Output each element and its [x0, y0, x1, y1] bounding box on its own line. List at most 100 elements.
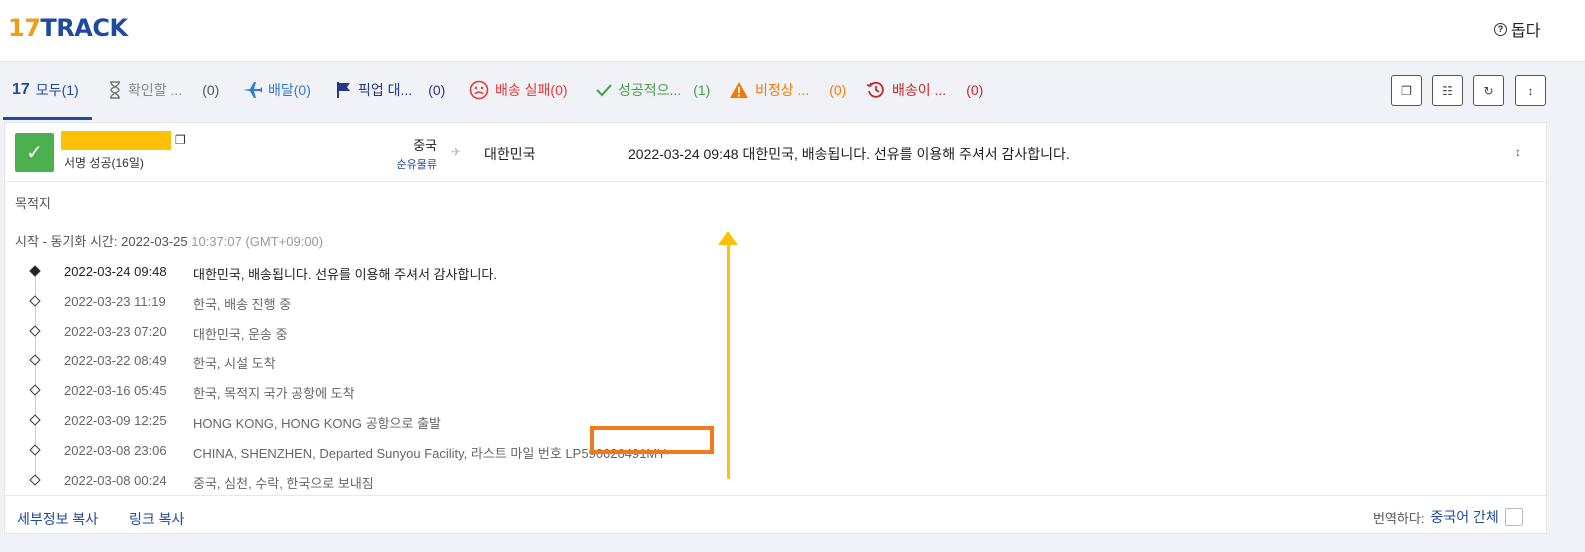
- tab-delivery-failed[interactable]: 배송 실패(0): [469, 80, 568, 100]
- timeline-dot-icon: [29, 265, 41, 277]
- 17track-logo[interactable]: 17TRACK: [8, 14, 128, 42]
- route-plane-icon: ✈: [451, 145, 462, 159]
- translate-checkbox[interactable]: [1504, 508, 1523, 526]
- tab-count: (0): [202, 82, 220, 98]
- history-icon: [866, 81, 884, 98]
- hourglass-icon: [110, 81, 120, 99]
- event-time: 2022-03-23 07:20: [64, 324, 167, 339]
- refresh-button[interactable]: ↻: [1473, 75, 1504, 106]
- check-icon: [596, 84, 612, 97]
- card-footer: 세부정보 복사 링크 복사 번역하다: 중국어 간체: [5, 495, 1548, 535]
- latest-time: 2022-03-24 09:48: [628, 146, 739, 162]
- destination-country: 대한민국: [484, 146, 536, 162]
- timeline-event: 2022-03-08 23:06 CHINA, SHENZHEN, Depart…: [5, 436, 1005, 466]
- event-desc: 한국, 목적지 국가 공항에 도착: [193, 386, 355, 401]
- origin-country: 중국: [413, 138, 437, 153]
- 17-logo-icon: 17: [12, 81, 30, 98]
- shipment-summary[interactable]: ✓ ❐ 서명 성공(16일) 중국 순유물류 ✈ 대한민국 2022-03-24…: [5, 123, 1548, 182]
- annotation-arrow-head-icon: [718, 231, 738, 245]
- translate-control: 번역하다: 중국어 간체: [1373, 507, 1523, 527]
- translate-language-select[interactable]: 중국어 간체: [1430, 507, 1498, 527]
- copy-details-link[interactable]: 세부정보 복사: [17, 509, 98, 529]
- timeline-event: 2022-03-08 00:24 중국, 심천, 수락, 한국으로 보내짐: [5, 466, 1005, 496]
- sync-time: 시작 - 동기화 시간: 2022-03-25 10:37:07 (GMT+09…: [15, 231, 323, 250]
- active-tab-indicator: [3, 117, 92, 120]
- warning-icon: [730, 82, 748, 98]
- tab-expired[interactable]: 배송이 ... (0): [866, 80, 983, 100]
- timeline-event: 2022-03-23 07:20 대한민국, 운송 중: [5, 317, 1005, 347]
- timeline-dot-icon: [29, 414, 41, 426]
- timeline-dot-icon: [29, 295, 41, 307]
- logo-text: TRACK: [40, 14, 128, 42]
- tab-pickup[interactable]: 픽업 대... (0): [336, 80, 445, 100]
- tab-label: 성공적으...: [618, 82, 682, 98]
- destination-section-label: 목적지: [15, 196, 51, 211]
- copy-number-icon[interactable]: ❐: [175, 133, 187, 147]
- event-time: 2022-03-09 12:25: [64, 413, 167, 428]
- timeline-dot-icon: [29, 444, 41, 456]
- timeline-event: 2022-03-22 08:49 한국, 시설 도착: [5, 346, 1005, 376]
- timeline-event: 2022-03-24 09:48 대한민국, 배송됩니다. 선유를 이용해 주셔…: [5, 257, 1005, 287]
- help-button[interactable]: ? 돕다: [1494, 17, 1540, 41]
- event-desc: 대한민국, 배송됩니다. 선유를 이용해 주셔서 감사합니다.: [193, 267, 497, 282]
- copy-all-button[interactable]: ❐: [1391, 75, 1422, 106]
- help-label: 돕다: [1511, 23, 1541, 40]
- origin-info: 중국 순유물류: [385, 135, 437, 172]
- plane-icon: [243, 82, 262, 98]
- tab-abnormal[interactable]: 비정상 ... (0): [729, 80, 846, 100]
- event-desc: 대한민국, 운송 중: [193, 327, 288, 342]
- copy-icon: ❐: [1401, 83, 1412, 98]
- timeline-dot-icon: [29, 325, 41, 337]
- tab-count: (0): [966, 82, 984, 98]
- annotation-arrow-line: [727, 239, 730, 479]
- tab-count: (1): [61, 82, 79, 98]
- event-time: 2022-03-22 08:49: [64, 353, 167, 368]
- collapse-all-button[interactable]: ↕: [1515, 75, 1546, 106]
- shipment-card: ✓ ❐ 서명 성공(16일) 중국 순유물류 ✈ 대한민국 2022-03-24…: [4, 122, 1548, 535]
- copy-link-link[interactable]: 링크 복사: [129, 509, 184, 529]
- tab-delivery[interactable]: 배달(0): [242, 80, 311, 100]
- event-desc: 한국, 시설 도착: [193, 356, 276, 371]
- tab-label: 배송 실패(0): [495, 82, 568, 98]
- delivered-check-icon: ✓: [15, 133, 54, 172]
- sync-prefix: 시작 - 동기화 시간: 2022-03-25: [15, 234, 188, 249]
- tab-label: 확인할 ...: [128, 82, 183, 98]
- annotation-highlight-box: [590, 426, 714, 454]
- event-desc: 중국, 심천, 수락, 한국으로 보내짐: [193, 476, 374, 491]
- translate-label: 번역하다:: [1373, 510, 1425, 526]
- tab-all[interactable]: 17 모두 (1): [12, 80, 79, 100]
- sync-clock: 10:37:07 (GMT+09:00): [191, 234, 324, 249]
- sad-face-icon: [469, 80, 489, 100]
- tab-label: 배달(0): [268, 82, 311, 98]
- event-time: 2022-03-24 09:48: [64, 264, 167, 279]
- timeline-dot-icon: [29, 384, 41, 396]
- latest-desc: 대한민국, 배송됩니다. 선유를 이용해 주셔서 감사합니다.: [742, 146, 1070, 162]
- tab-to-check[interactable]: 확인할 ... (0): [108, 80, 219, 100]
- timeline-event: 2022-03-16 05:45 한국, 목적지 국가 공항에 도착: [5, 376, 1005, 406]
- tab-successful[interactable]: 성공적으... (1): [596, 80, 710, 100]
- event-desc: 한국, 배송 진행 중: [193, 297, 292, 312]
- event-time: 2022-03-08 23:06: [64, 443, 167, 458]
- tab-label: 모두: [35, 82, 62, 98]
- copy-list-button[interactable]: ☷: [1432, 75, 1463, 106]
- top-header: 17TRACK ? 돕다: [0, 0, 1585, 62]
- event-time: 2022-03-08 00:24: [64, 473, 167, 488]
- clipboard-icon: ☷: [1442, 83, 1453, 98]
- tab-count: (1): [693, 82, 711, 98]
- collapse-icon: ↕: [1527, 83, 1534, 98]
- refresh-icon: ↻: [1483, 83, 1494, 98]
- timeline-dot-icon: [29, 354, 41, 366]
- collapse-chevron-icon[interactable]: ↕: [1515, 145, 1521, 159]
- flag-icon: [337, 82, 350, 98]
- latest-event: 2022-03-24 09:48 대한민국, 배송됩니다. 선유를 이용해 주셔…: [628, 144, 1070, 164]
- event-time: 2022-03-16 05:45: [64, 383, 167, 398]
- timeline-event: 2022-03-09 12:25 HONG KONG, HONG KONG 공항…: [5, 406, 1005, 436]
- tab-label: 픽업 대...: [358, 82, 413, 98]
- timeline-dot-icon: [29, 474, 41, 486]
- tab-label: 배송이 ...: [892, 82, 947, 98]
- question-circle-icon: ?: [1494, 22, 1507, 36]
- carrier-link[interactable]: 순유물류: [385, 156, 437, 172]
- timeline-event: 2022-03-23 11:19 한국, 배송 진행 중: [5, 287, 1005, 317]
- tab-count: (0): [428, 82, 446, 98]
- tab-label: 비정상 ...: [755, 82, 810, 98]
